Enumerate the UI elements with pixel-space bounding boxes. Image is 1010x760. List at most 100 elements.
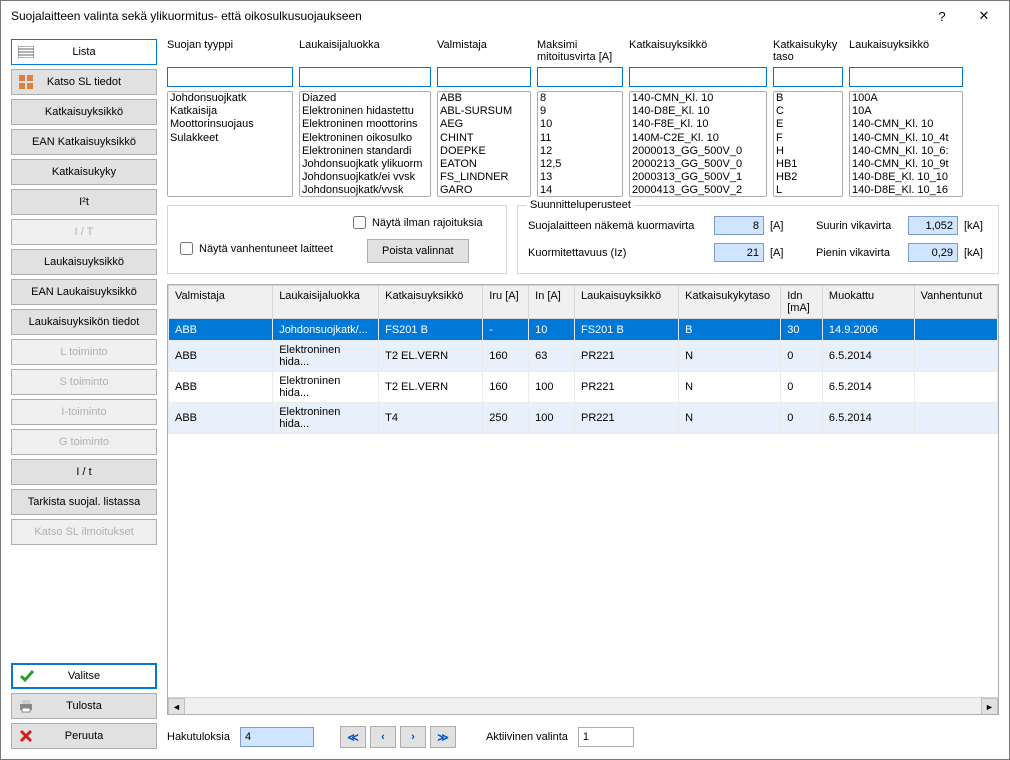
sidebar-item-7[interactable]: Laukaisuyksikkö — [11, 249, 157, 275]
table-header[interactable]: Katkaisukykytaso — [679, 286, 781, 319]
table-header[interactable]: Iru [A] — [483, 286, 529, 319]
table-header[interactable]: Idn [mA] — [781, 286, 823, 319]
filter-option[interactable]: Elektroninen hidastettu — [300, 105, 430, 118]
filter-search-input-3[interactable] — [537, 67, 623, 87]
scroll-left-icon[interactable]: ◄ — [168, 698, 185, 715]
table-header[interactable]: Vanhentunut — [914, 286, 997, 319]
filter-option[interactable]: 140-CMN_Kl. 10_6: — [850, 145, 962, 158]
filter-list-4[interactable]: 140-CMN_Kl. 10140-D8E_Kl. 10140-F8E_Kl. … — [629, 91, 767, 197]
filter-option[interactable]: Katkaisija — [168, 105, 292, 118]
filter-option[interactable]: Johdonsuojkatk/vvsk — [300, 184, 430, 197]
filter-option[interactable]: 13 — [538, 171, 622, 184]
filter-option[interactable]: Johdonsuojkatk — [168, 92, 292, 105]
sidebar-item-0[interactable]: Lista — [11, 39, 157, 65]
filter-option[interactable]: 100A — [850, 92, 962, 105]
peruuta-button[interactable]: Peruuta — [11, 723, 157, 749]
filter-option[interactable]: 140-CMN_Kl. 10 — [850, 118, 962, 131]
active-selection-value[interactable] — [578, 727, 634, 747]
help-button[interactable]: ? — [921, 2, 963, 30]
filter-option[interactable]: 2000213_GG_500V_0 — [630, 158, 766, 171]
nav-next-button[interactable]: › — [400, 726, 426, 748]
table-row[interactable]: ABBElektroninen hida...T4250100PR221N06.… — [169, 403, 998, 434]
filter-option[interactable]: 140-CMN_Kl. 10_4t — [850, 132, 962, 145]
filter-option[interactable]: 8 — [538, 92, 622, 105]
filter-option[interactable]: E — [774, 118, 842, 131]
filter-option[interactable]: Johdonsuojkatk/ei vvsk — [300, 171, 430, 184]
filter-option[interactable]: F — [774, 132, 842, 145]
filter-option[interactable]: AEG — [438, 118, 530, 131]
close-button[interactable]: ✕ — [963, 2, 1005, 30]
filter-option[interactable]: 140-CMN_Kl. 10 — [630, 92, 766, 105]
scroll-right-icon[interactable]: ► — [981, 698, 998, 715]
filter-list-6[interactable]: 100A10A140-CMN_Kl. 10140-CMN_Kl. 10_4t14… — [849, 91, 963, 197]
clear-selections-button[interactable]: Poista valinnat — [367, 239, 469, 263]
horizontal-scrollbar[interactable]: ◄ ► — [168, 697, 998, 714]
filter-option[interactable]: EATON — [438, 158, 530, 171]
filter-list-3[interactable]: 8910111212,51314 — [537, 91, 623, 197]
filter-option[interactable]: 10 — [538, 118, 622, 131]
sidebar-item-14[interactable]: I / t — [11, 459, 157, 485]
filter-option[interactable]: 14 — [538, 184, 622, 197]
table-row[interactable]: ABBElektroninen hida...T2 EL.VERN16063PR… — [169, 341, 998, 372]
filter-option[interactable]: Johdonsuojkatk ylikuorm — [300, 158, 430, 171]
filter-option[interactable]: GARO — [438, 184, 530, 197]
filter-option[interactable]: ABL-SURSUM — [438, 105, 530, 118]
filter-option[interactable]: 2000313_GG_500V_1 — [630, 171, 766, 184]
table-header[interactable]: Laukaisijaluokka — [273, 286, 379, 319]
filter-list-1[interactable]: DiazedElektroninen hidastettu Elektronine… — [299, 91, 431, 197]
valitse-button[interactable]: Valitse — [11, 663, 157, 689]
filter-option[interactable]: 140M-C2E_Kl. 10 — [630, 132, 766, 145]
filter-list-5[interactable]: BCEFHHB1HB2L — [773, 91, 843, 197]
sidebar-item-8[interactable]: EAN Laukaisuyksikkö — [11, 279, 157, 305]
filter-option[interactable]: 140-CMN_Kl. 10_9t — [850, 158, 962, 171]
filter-option[interactable]: 12,5 — [538, 158, 622, 171]
filter-option[interactable]: 140-D8E_Kl. 10_10 — [850, 171, 962, 184]
filter-option[interactable]: 140-F8E_Kl. 10 — [630, 118, 766, 131]
nav-first-button[interactable]: ≪ — [340, 726, 366, 748]
sidebar-item-5[interactable]: I²t — [11, 189, 157, 215]
filter-list-0[interactable]: JohdonsuojkatkKatkaisijaMoottorinsuojaus… — [167, 91, 293, 197]
filter-option[interactable]: 140-D8E_Kl. 10 — [630, 105, 766, 118]
results-table[interactable]: ValmistajaLaukaisijaluokkaKatkaisuyksikk… — [168, 285, 998, 434]
sidebar-item-9[interactable]: Laukaisuyksikön tiedot — [11, 309, 157, 335]
show-without-restrictions-checkbox[interactable] — [353, 216, 366, 229]
tulosta-button[interactable]: Tulosta — [11, 693, 157, 719]
filter-option[interactable]: 11 — [538, 132, 622, 145]
filter-option[interactable]: 10A — [850, 105, 962, 118]
filter-option[interactable]: H — [774, 145, 842, 158]
filter-search-input-0[interactable] — [167, 67, 293, 87]
nav-prev-button[interactable]: ‹ — [370, 726, 396, 748]
filter-option[interactable]: B — [774, 92, 842, 105]
table-header[interactable]: Valmistaja — [169, 286, 273, 319]
filter-option[interactable]: 9 — [538, 105, 622, 118]
nav-last-button[interactable]: ≫ — [430, 726, 456, 748]
show-outdated-checkbox[interactable] — [180, 242, 193, 255]
filter-option[interactable]: 2000013_GG_500V_0 — [630, 145, 766, 158]
filter-option[interactable]: DOEPKE — [438, 145, 530, 158]
filter-option[interactable]: 12 — [538, 145, 622, 158]
filter-option[interactable]: Sulakkeet — [168, 132, 292, 145]
filter-search-input-4[interactable] — [629, 67, 767, 87]
filter-list-2[interactable]: ABBABL-SURSUMAEGCHINTDOEPKEEATONFS_LINDN… — [437, 91, 531, 197]
table-header[interactable]: In [A] — [529, 286, 575, 319]
filter-search-input-6[interactable] — [849, 67, 963, 87]
filter-option[interactable]: 2000413_GG_500V_2 — [630, 184, 766, 197]
table-header[interactable]: Katkaisuyksikkö — [379, 286, 483, 319]
filter-search-input-5[interactable] — [773, 67, 843, 87]
sidebar-item-15[interactable]: Tarkista suojal. listassa — [11, 489, 157, 515]
filter-search-input-2[interactable] — [437, 67, 531, 87]
sidebar-item-3[interactable]: EAN Katkaisuyksikkö — [11, 129, 157, 155]
filter-option[interactable]: Moottorinsuojaus — [168, 118, 292, 131]
filter-option[interactable]: HB2 — [774, 171, 842, 184]
filter-option[interactable]: 140-D8E_Kl. 10_16 — [850, 184, 962, 197]
table-header[interactable]: Laukaisuyksikkö — [574, 286, 678, 319]
filter-option[interactable]: HB1 — [774, 158, 842, 171]
filter-option[interactable]: Diazed — [300, 92, 430, 105]
filter-option[interactable]: Elektroninen standardi — [300, 145, 430, 158]
sidebar-item-2[interactable]: Katkaisuyksikkö — [11, 99, 157, 125]
sidebar-item-4[interactable]: Katkaisukyky — [11, 159, 157, 185]
filter-option[interactable]: FS_LINDNER — [438, 171, 530, 184]
table-row[interactable]: ABBJohdonsuojkatk/...FS201 B-10FS201 BB3… — [169, 319, 998, 341]
filter-search-input-1[interactable] — [299, 67, 431, 87]
sidebar-item-1[interactable]: Katso SL tiedot — [11, 69, 157, 95]
